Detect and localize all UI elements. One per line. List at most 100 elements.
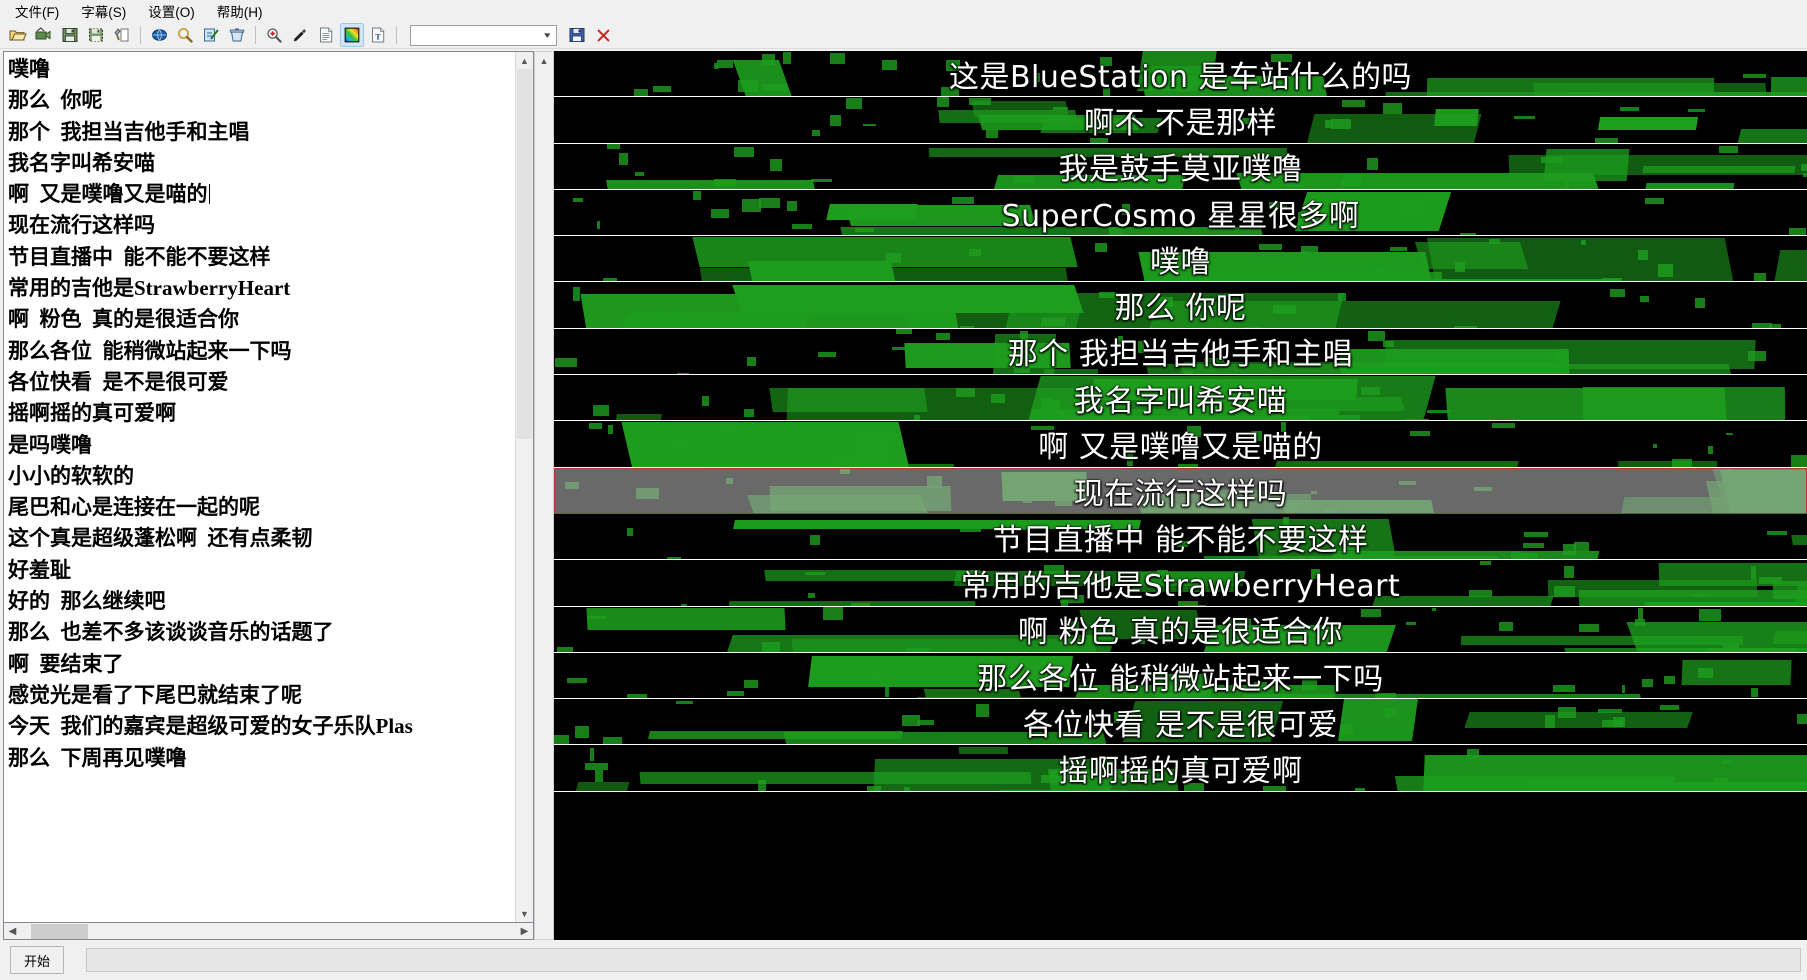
video-subtitle-row[interactable]: 噗噜 bbox=[554, 236, 1807, 283]
subtitle-line[interactable]: 节目直播中 能不能不要这样 bbox=[8, 242, 515, 273]
subtitle-line[interactable]: 好的 那么继续吧 bbox=[8, 586, 515, 617]
svg-text:T: T bbox=[375, 32, 381, 41]
save-icon-red[interactable] bbox=[565, 23, 589, 47]
document-icon[interactable] bbox=[314, 23, 338, 47]
palette-icon[interactable] bbox=[340, 23, 364, 47]
chevron-right-icon[interactable]: ▶ bbox=[516, 924, 533, 939]
video-row-caption: 我是鼓手莫亚噗噜 bbox=[1058, 152, 1303, 188]
video-row-caption: 啊 又是噗噜又是喵的 bbox=[1038, 430, 1323, 466]
subtitle-list-horizontal-scrollbar[interactable]: ◀ ▶ bbox=[3, 923, 534, 940]
save-icon[interactable] bbox=[58, 23, 82, 47]
search-icon[interactable] bbox=[173, 23, 197, 47]
subtitle-line[interactable]: 噗噜 bbox=[8, 54, 515, 85]
font-style-icon[interactable]: T bbox=[366, 23, 390, 47]
chevron-up-icon[interactable]: ▲ bbox=[516, 52, 533, 69]
toolbar-separator-2 bbox=[255, 26, 256, 44]
video-row-caption: 摇啊摇的真可爱啊 bbox=[1058, 754, 1303, 790]
tools-icon[interactable] bbox=[110, 23, 134, 47]
subtitle-line[interactable]: 那么 也差不多该谈谈音乐的话题了 bbox=[8, 617, 515, 648]
vertical-scroll-track[interactable] bbox=[516, 69, 533, 905]
eyedropper-icon[interactable] bbox=[288, 23, 312, 47]
subtitle-line[interactable]: 我名字叫希安喵 bbox=[8, 148, 515, 179]
video-scroll-track[interactable] bbox=[535, 69, 553, 939]
open-folder-icon[interactable] bbox=[6, 23, 30, 47]
video-subtitle-row[interactable]: 常用的吉他是StrawberryHeart bbox=[554, 560, 1807, 607]
trash-icon[interactable] bbox=[225, 23, 249, 47]
video-subtitle-row[interactable]: 我名字叫希安喵 bbox=[554, 375, 1807, 422]
video-row-caption: 那么 你呢 bbox=[1114, 291, 1247, 327]
subtitle-line[interactable]: 那么各位 能稍微站起来一下吗 bbox=[8, 336, 515, 367]
video-subtitle-row[interactable]: 那么各位 能稍微站起来一下吗 bbox=[554, 653, 1807, 700]
font-combo-box[interactable]: ▾ bbox=[410, 24, 557, 46]
video-row-caption: 那么各位 能稍微站起来一下吗 bbox=[977, 661, 1384, 697]
video-row-caption: 那个 我担当吉他手和主唱 bbox=[1007, 337, 1354, 373]
toolbar: T ▾ bbox=[0, 22, 1807, 49]
subtitle-list-body[interactable]: 噗噜 那么 你呢 那个 我担当吉他手和主唱 我名字叫希安喵啊 又是噗噜又是喵的 现在流行… bbox=[4, 52, 515, 922]
video-subtitle-row[interactable]: 啊 又是噗噜又是喵的 bbox=[554, 421, 1807, 468]
import-video-icon[interactable] bbox=[32, 23, 56, 47]
video-subtitle-row[interactable]: 我是鼓手莫亚噗噜 bbox=[554, 144, 1807, 190]
subtitle-line[interactable]: 小小的软软的 bbox=[8, 461, 515, 492]
subtitle-line[interactable]: 今天 我们的嘉宾是超级可爱的女子乐队Plas bbox=[8, 711, 515, 742]
status-bar: 开始 bbox=[0, 940, 1807, 980]
close-icon[interactable] bbox=[591, 23, 615, 47]
subtitle-line[interactable]: 好羞耻 bbox=[8, 555, 515, 586]
application-window: 文件(F) 字幕(S) 设置(O) 帮助(H) T ▾ 噗噜 那么 你呢 那个 … bbox=[0, 0, 1807, 980]
subtitle-line[interactable]: 常用的吉他是StrawberryHeart bbox=[8, 273, 515, 304]
chevron-down-icon: ▾ bbox=[544, 29, 551, 40]
chevron-up-icon[interactable]: ▲ bbox=[535, 52, 553, 69]
start-button[interactable]: 开始 bbox=[10, 946, 64, 974]
video-row-caption: 节目直播中 能不能不要这样 bbox=[992, 522, 1369, 558]
subtitle-line[interactable]: 那么 下周再见噗噜 bbox=[8, 743, 515, 774]
video-subtitle-row[interactable]: 各位快看 是不是很可爱 bbox=[554, 699, 1807, 746]
subtitle-line[interactable]: 那个 我担当吉他手和主唱 bbox=[8, 117, 515, 148]
video-row-caption: 这是BlueStation 是车站什么的吗 bbox=[948, 59, 1413, 95]
menu-item-file[interactable]: 文件(F) bbox=[4, 0, 70, 23]
video-subtitle-row[interactable]: 啊 粉色 真的是很适合你 bbox=[554, 607, 1807, 653]
subtitle-line[interactable]: 感觉光是看了下尾巴就结束了呢 bbox=[8, 680, 515, 711]
menu-bar: 文件(F) 字幕(S) 设置(O) 帮助(H) bbox=[0, 0, 1807, 22]
video-rows-container[interactable]: 这是BlueStation 是车站什么的吗 啊不 不是那样 我是鼓手莫亚噗噜 Supe… bbox=[554, 51, 1807, 940]
subtitle-list-frame: 噗噜 那么 你呢 那个 我担当吉他手和主唱 我名字叫希安喵啊 又是噗噜又是喵的 现在流行… bbox=[3, 51, 534, 923]
video-row-caption: 各位快看 是不是很可爱 bbox=[1022, 707, 1339, 743]
subtitle-line[interactable]: 现在流行这样吗 bbox=[8, 210, 515, 241]
video-subtitle-row[interactable]: SuperCosmo 星星很多啊 bbox=[554, 190, 1807, 237]
subtitle-line[interactable]: 尾巴和心是连接在一起的呢 bbox=[8, 492, 515, 523]
menu-item-subtitle[interactable]: 字幕(S) bbox=[70, 0, 137, 23]
subtitle-line[interactable]: 啊 粉色 真的是很适合你 bbox=[8, 304, 515, 335]
video-subtitle-row[interactable]: 那个 我担当吉他手和主唱 bbox=[554, 328, 1807, 376]
video-subtitle-row[interactable]: 啊不 不是那样 bbox=[554, 97, 1807, 144]
subtitle-list-vertical-scrollbar[interactable]: ▲ ▼ bbox=[515, 52, 533, 922]
video-subtitle-row[interactable]: 现在流行这样吗 bbox=[554, 467, 1807, 514]
subtitle-line[interactable]: 是吗噗噜 bbox=[8, 430, 515, 461]
video-row-caption: 常用的吉他是StrawberryHeart bbox=[960, 568, 1401, 604]
zoom-in-icon[interactable] bbox=[262, 23, 286, 47]
toolbar-separator-3 bbox=[396, 26, 397, 44]
subtitle-line[interactable]: 摇啊摇的真可爱啊 bbox=[8, 398, 515, 429]
translate-icon[interactable] bbox=[147, 23, 171, 47]
menu-item-help[interactable]: 帮助(H) bbox=[206, 0, 274, 23]
video-subtitle-row[interactable]: 那么 你呢 bbox=[554, 282, 1807, 329]
edit-check-icon[interactable] bbox=[199, 23, 223, 47]
subtitle-line[interactable]: 这个真是超级蓬松啊 还有点柔韧 bbox=[8, 523, 515, 554]
video-row-caption: 啊不 不是那样 bbox=[1083, 105, 1278, 141]
chevron-down-icon[interactable]: ▼ bbox=[516, 905, 533, 922]
video-subtitle-row[interactable]: 摇啊摇的真可爱啊 bbox=[554, 745, 1807, 792]
video-subtitle-row[interactable]: 节目直播中 能不能不要这样 bbox=[554, 514, 1807, 561]
horizontal-scroll-thumb[interactable] bbox=[31, 923, 88, 939]
save-as-icon[interactable] bbox=[84, 23, 108, 47]
subtitle-line[interactable]: 那么 你呢 bbox=[8, 85, 515, 116]
subtitle-line[interactable]: 各位快看 是不是很可爱 bbox=[8, 367, 515, 398]
video-row-caption: 啊 粉色 真的是很适合你 bbox=[1017, 615, 1344, 651]
subtitle-line[interactable]: 啊 又是噗噜又是喵的 bbox=[8, 179, 515, 210]
video-subtitle-row[interactable]: 这是BlueStation 是车站什么的吗 bbox=[554, 51, 1807, 98]
video-row-caption: 现在流行这样吗 bbox=[1073, 476, 1288, 512]
video-preview-pane: ▲ 这是BlueStation 是车站什么的吗 啊不 不是那样 我是鼓手莫亚噗噜 Su… bbox=[534, 49, 1807, 940]
menu-item-settings[interactable]: 设置(O) bbox=[137, 0, 206, 23]
video-row-caption: 噗噜 bbox=[1150, 244, 1211, 280]
video-pane-scrollbar[interactable]: ▲ bbox=[534, 51, 554, 940]
vertical-scroll-thumb[interactable] bbox=[517, 69, 532, 439]
subtitle-line[interactable]: 啊 要结束了 bbox=[8, 649, 515, 680]
horizontal-scroll-track[interactable] bbox=[21, 923, 516, 939]
chevron-left-icon[interactable]: ◀ bbox=[4, 924, 21, 939]
